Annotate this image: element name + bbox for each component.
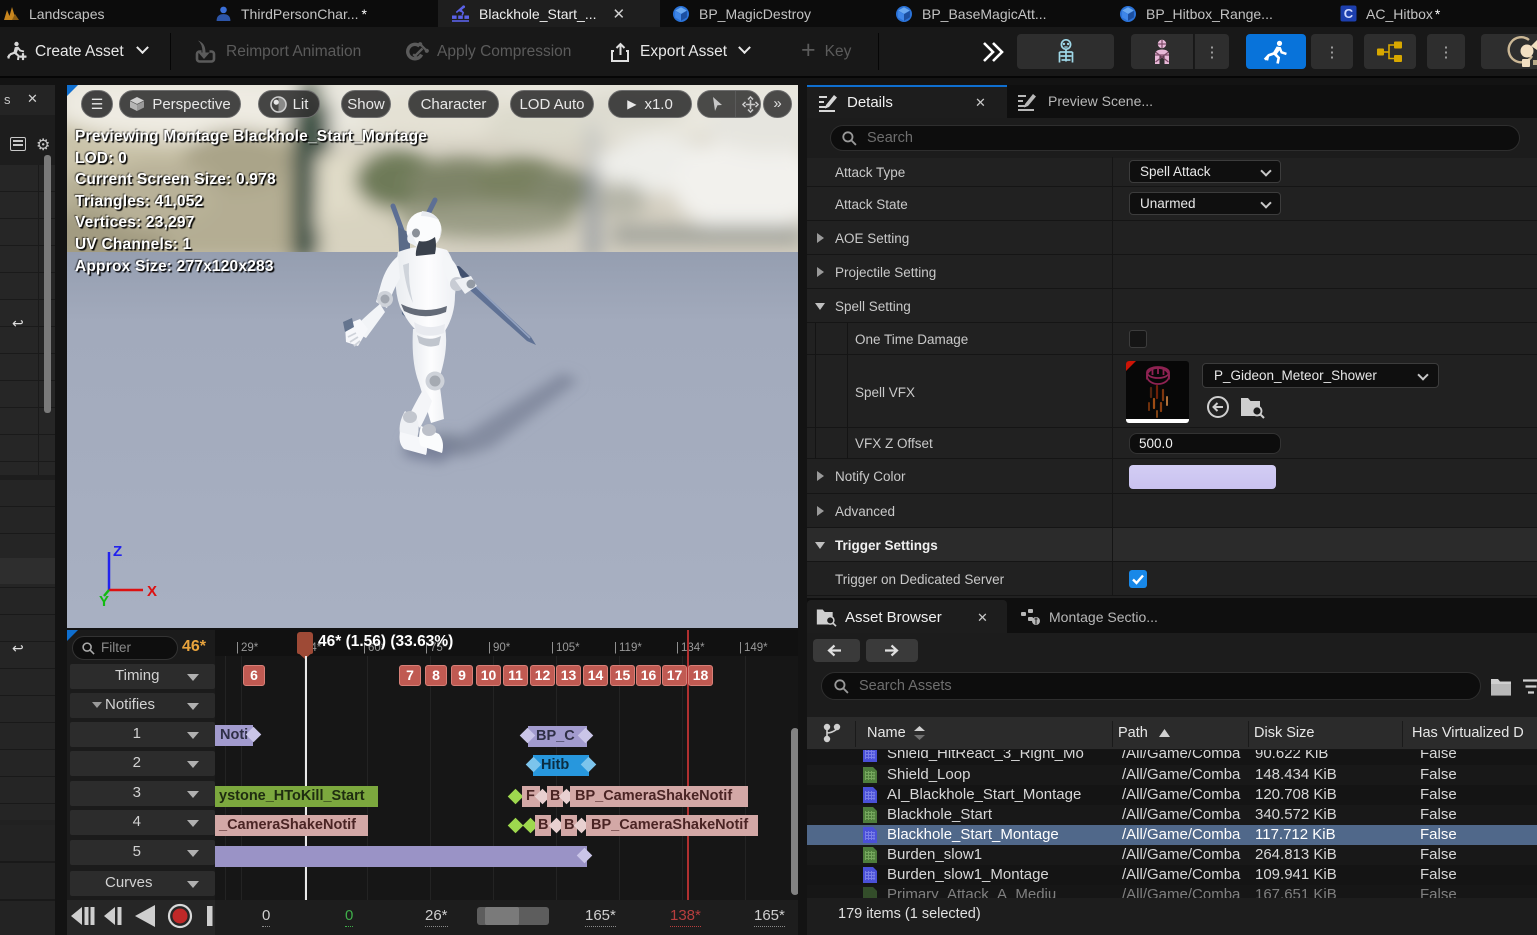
svg-text:X: X xyxy=(147,583,157,600)
svg-text:Y: Y xyxy=(99,593,109,606)
svg-text:Z: Z xyxy=(113,543,122,560)
svg-text:C: C xyxy=(1344,6,1354,21)
